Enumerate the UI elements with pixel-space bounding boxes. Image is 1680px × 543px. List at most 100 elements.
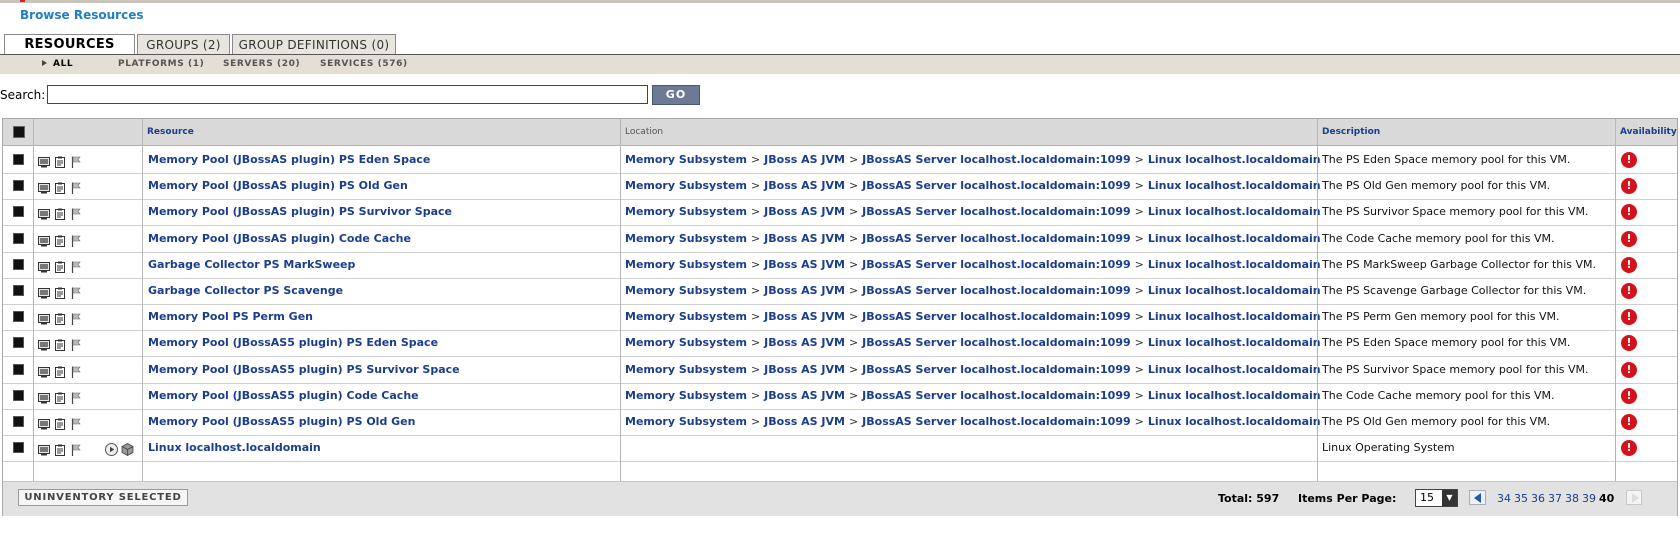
inventory-icon[interactable] [54, 153, 66, 168]
row-checkbox[interactable] [13, 206, 24, 218]
inventory-icon[interactable] [54, 441, 66, 457]
inventory-icon[interactable] [54, 415, 66, 430]
inventory-icon[interactable] [54, 205, 66, 221]
location-link[interactable]: JBoss AS JVM [764, 363, 845, 376]
tab-resources[interactable]: RESOURCES (597) [4, 34, 135, 72]
location-link[interactable]: JBoss AS JVM [764, 153, 845, 166]
inventory-icon[interactable] [54, 363, 66, 378]
row-checkbox[interactable] [13, 258, 24, 270]
location-link[interactable]: JBoss AS JVM [764, 232, 845, 245]
location-link[interactable]: Memory Subsystem [625, 205, 747, 218]
location-link[interactable]: JBoss AS JVM [764, 310, 845, 323]
row-checkbox[interactable] [13, 337, 24, 349]
monitor-icon[interactable] [38, 232, 50, 247]
page-link[interactable]: 37 [1548, 492, 1562, 505]
location-link[interactable]: Linux localhost.localdomain [1148, 284, 1321, 297]
flag-icon[interactable] [70, 363, 82, 378]
row-checkbox[interactable] [13, 416, 24, 427]
row-checkbox[interactable] [13, 389, 24, 401]
monitor-icon[interactable] [38, 258, 50, 273]
location-link[interactable]: Memory Subsystem [625, 415, 747, 428]
inventory-icon[interactable] [54, 258, 66, 273]
monitor-icon[interactable] [38, 415, 50, 430]
resource-link[interactable]: Memory Pool (JBossAS5 plugin) PS Survivo… [148, 363, 460, 376]
location-link[interactable]: JBoss AS JVM [764, 336, 845, 349]
uninventory-selected-button[interactable]: UNINVENTORY SELECTED [18, 489, 188, 506]
flag-icon[interactable] [70, 310, 82, 326]
monitor-icon[interactable] [38, 389, 50, 404]
tab-groups[interactable]: GROUPS (2) [137, 34, 230, 54]
location-link[interactable]: Linux localhost.localdomain [1148, 179, 1321, 192]
row-checkbox[interactable] [13, 180, 24, 192]
flag-icon[interactable] [70, 179, 82, 195]
header-description[interactable]: Description [1319, 119, 1380, 145]
page-link[interactable]: 36 [1531, 492, 1545, 505]
header-resource[interactable]: Resource [144, 119, 194, 145]
flag-icon[interactable] [70, 441, 82, 457]
flag-icon[interactable] [70, 232, 82, 247]
monitor-icon[interactable] [38, 284, 50, 299]
subtab-services[interactable]: SERVICES (576) [320, 59, 408, 69]
location-link[interactable]: Linux localhost.localdomain [1148, 205, 1321, 218]
location-link[interactable]: Linux localhost.localdomain [1148, 363, 1321, 376]
row-checkbox[interactable] [13, 232, 24, 244]
monitor-icon[interactable] [38, 153, 50, 168]
row-checkbox[interactable] [13, 311, 24, 323]
monitor-icon[interactable] [38, 441, 50, 456]
resource-link[interactable]: Memory Pool (JBossAS plugin) PS Eden Spa… [148, 153, 430, 166]
flag-icon[interactable] [70, 389, 82, 404]
flag-icon[interactable] [70, 336, 82, 352]
page-link[interactable]: 34 [1497, 492, 1511, 505]
location-link[interactable]: Linux localhost.localdomain [1148, 232, 1321, 245]
resource-link[interactable]: Memory Pool (JBossAS5 plugin) PS Eden Sp… [148, 336, 438, 349]
inventory-icon[interactable] [54, 336, 66, 352]
search-input[interactable] [47, 85, 648, 104]
location-link[interactable]: JBoss AS JVM [764, 415, 845, 428]
flag-icon[interactable] [70, 153, 82, 168]
row-checkbox[interactable] [13, 285, 24, 296]
inventory-icon[interactable] [54, 389, 66, 404]
location-link[interactable]: Memory Subsystem [625, 179, 747, 192]
location-link[interactable]: JBoss AS JVM [764, 389, 845, 402]
monitor-icon[interactable] [38, 179, 50, 194]
location-link[interactable]: Memory Subsystem [625, 284, 747, 297]
location-link[interactable]: JBossAS Server localhost.localdomain:109… [862, 389, 1130, 402]
inventory-icon[interactable] [54, 310, 66, 326]
location-link[interactable]: Memory Subsystem [625, 310, 747, 323]
monitor-icon[interactable] [38, 363, 50, 378]
location-link[interactable]: Memory Subsystem [625, 363, 747, 376]
location-link[interactable]: JBossAS Server localhost.localdomain:109… [862, 363, 1130, 376]
page-title[interactable]: Browse Resources [20, 8, 143, 22]
location-link[interactable]: JBossAS Server localhost.localdomain:109… [862, 258, 1130, 271]
monitor-icon[interactable] [38, 310, 50, 325]
location-link[interactable]: JBoss AS JVM [764, 179, 845, 192]
resource-link[interactable]: Memory Pool (JBossAS5 plugin) Code Cache [148, 389, 419, 402]
items-per-page-select[interactable]: 15 ▼ [1415, 489, 1458, 507]
page-link[interactable]: 35 [1514, 492, 1528, 505]
location-link[interactable]: Memory Subsystem [625, 389, 747, 402]
location-link[interactable]: Linux localhost.localdomain [1148, 389, 1321, 402]
location-link[interactable]: Linux localhost.localdomain [1148, 415, 1321, 428]
location-link[interactable]: JBoss AS JVM [764, 284, 845, 297]
location-link[interactable]: JBossAS Server localhost.localdomain:109… [862, 415, 1130, 428]
location-link[interactable]: Memory Subsystem [625, 232, 747, 245]
location-link[interactable]: JBossAS Server localhost.localdomain:109… [862, 310, 1130, 323]
inventory-icon[interactable] [54, 232, 66, 247]
location-link[interactable]: Memory Subsystem [625, 153, 747, 166]
location-link[interactable]: JBossAS Server localhost.localdomain:109… [862, 232, 1130, 245]
row-checkbox[interactable] [13, 363, 24, 375]
page-link[interactable]: 39 [1582, 492, 1596, 505]
go-button[interactable]: GO [652, 85, 700, 105]
subtab-servers[interactable]: SERVERS (20) [223, 59, 300, 69]
location-link[interactable]: Linux localhost.localdomain [1148, 310, 1321, 323]
inventory-icon[interactable] [54, 284, 66, 299]
location-link[interactable]: Linux localhost.localdomain [1148, 336, 1321, 349]
resource-link[interactable]: Linux localhost.localdomain [148, 441, 321, 454]
monitor-icon[interactable] [38, 205, 50, 220]
location-link[interactable]: Memory Subsystem [625, 336, 747, 349]
location-link[interactable]: JBossAS Server localhost.localdomain:109… [862, 284, 1130, 297]
resource-link[interactable]: Memory Pool (JBossAS plugin) PS Survivor… [148, 205, 452, 218]
location-link[interactable]: JBossAS Server localhost.localdomain:109… [862, 179, 1130, 192]
resource-link[interactable]: Memory Pool (JBossAS plugin) PS Old Gen [148, 179, 408, 192]
resource-link[interactable]: Memory Pool (JBossAS plugin) Code Cache [148, 232, 411, 245]
